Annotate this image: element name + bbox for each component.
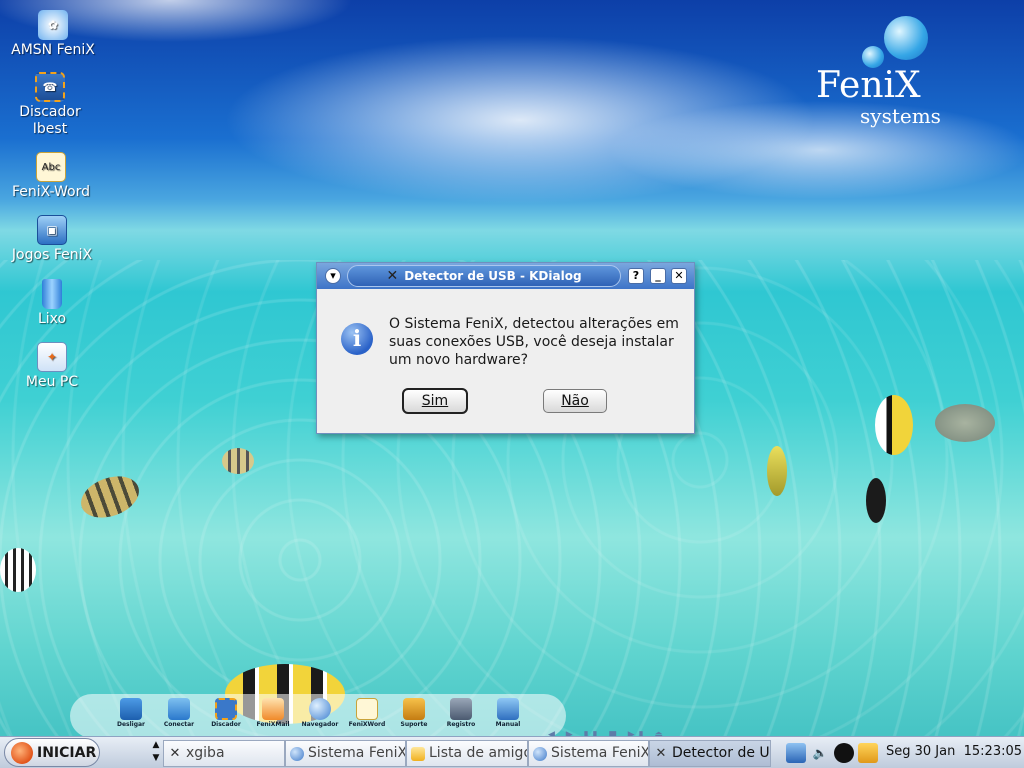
task-detector-de-usb[interactable]: ✕ Detector de USB [649,740,771,767]
desktop-icon-label: Lixo [37,311,67,327]
clock-time: 15:23:05 [963,744,1023,759]
system-tray: 🔈 [786,741,878,765]
desktop-icon-label: FeniX-Word [11,184,91,200]
trash-icon [42,279,62,309]
task-sistema-fenix-1[interactable]: Sistema FeniX [285,740,406,767]
desktop-icon-label: Jogos FeniX [11,247,93,263]
fenix-logo: FeniX systems [816,65,966,128]
task-sistema-fenix-2[interactable]: Sistema FeniX [528,740,649,767]
manual-icon [497,698,519,720]
task-label: Detector de USB [672,745,770,761]
wallpaper-fish [767,446,787,496]
x-window-icon: ✕ [655,745,667,761]
quicklaunch-label: FeniXMail [256,721,290,728]
task-label: Sistema FeniX [551,745,649,761]
task-label: xgiba [186,745,225,761]
dialer-icon: ☎ [35,72,65,102]
quicklaunch-label: Manual [495,721,521,728]
close-button[interactable]: ✕ [671,268,687,284]
desktop-icon-fenix-word[interactable]: Abc FeniX-Word [1,152,101,201]
task-lista-de-amigos[interactable]: Lista de amigos [406,740,528,767]
network-icon[interactable] [786,743,806,763]
quicklaunch-suporte[interactable]: Suporte [391,698,437,728]
quicklaunch-desligar[interactable]: Desligar [108,698,154,728]
logo-sub: systems [860,104,941,128]
taskbar-scroll-arrows[interactable]: ▲ ▼ [150,739,162,766]
shutdown-icon [120,698,142,720]
window-menu-button[interactable]: ▾ [325,268,341,284]
taskbar: INICIAR ▲ ▼ ✕ xgiba Sistema FeniX Lista de… [0,736,1024,768]
help-button[interactable]: ? [628,268,644,284]
minimize-button[interactable]: _ [650,268,666,284]
bomb-icon[interactable] [834,743,854,763]
desktop-icon-label: Discador Ibest [19,104,81,137]
wallpaper-fish [875,395,913,455]
computer-icon: ✦ [37,342,67,372]
desktop-icon-lixo[interactable]: Lixo [2,279,102,328]
browser-icon [533,746,547,761]
quicklaunch-label: Suporte [400,721,428,728]
usb-detector-dialog: ▾ ✕ Detector de USB - KDialog ? _ ✕ i O … [316,262,695,434]
support-icon [403,698,425,720]
wallpaper-fish [935,404,995,442]
clock[interactable]: Seg 30 Jan 15:23:05 [886,744,1022,759]
quicklaunch-manual[interactable]: Manual [485,698,531,728]
no-button[interactable]: Não [543,389,607,413]
desktop-icon-label: AMSN FeniX [11,42,95,58]
contacts-tray-icon[interactable] [858,743,878,763]
browser-icon [309,698,331,720]
desktop-icon-meu-pc[interactable]: ✦ Meu PC [2,342,102,391]
start-label: INICIAR [37,744,97,761]
quicklaunch-label: Registro [446,721,476,728]
quicklaunch-fenixword[interactable]: FeniXWord [344,698,390,728]
wallpaper-fish [222,448,254,474]
quicklaunch-label: FeniXWord [348,721,386,728]
x-window-icon: ✕ [169,745,181,761]
quicklaunch-label: Conectar [163,721,195,728]
wallpaper-fish [0,548,36,592]
quicklaunch-navegador[interactable]: Navegador [297,698,343,728]
dialog-title-pill: ✕ Detector de USB - KDialog [347,265,621,287]
lock-icon [450,698,472,720]
contacts-icon [411,746,425,761]
wallpaper-fish [866,478,886,523]
amsn-messenger-icon: ✿ [38,10,68,40]
desktop-icon-label: Meu PC [25,374,79,390]
games-icon: ▣ [37,215,67,245]
quicklaunch-label: Navegador [301,721,339,728]
desktop-icon-amsn[interactable]: ✿ AMSN FeniX [3,10,103,59]
connect-icon [168,698,190,720]
task-label: Lista de amigos [429,745,527,761]
word-processor-icon [356,698,378,720]
dialog-title: Detector de USB - KDialog [404,269,582,283]
quicklaunch-registro[interactable]: Registro [438,698,484,728]
task-label: Sistema FeniX [308,745,406,761]
quick-launch-bar: Desligar Conectar Discador FeniXMail Nav… [70,694,566,738]
quicklaunch-fenixmail[interactable]: FeniXMail [250,698,296,728]
volume-icon[interactable]: 🔈 [810,743,830,763]
quicklaunch-conectar[interactable]: Conectar [156,698,202,728]
desktop-icon-jogos[interactable]: ▣ Jogos FeniX [2,215,102,264]
kdialog-x-icon: ✕ [386,268,399,284]
clock-date: Seg 30 Jan [886,744,956,759]
dialog-message: O Sistema FeniX, detectou alterações em … [389,316,679,368]
start-icon [11,741,33,764]
dialog-titlebar[interactable]: ▾ ✕ Detector de USB - KDialog ? _ ✕ [317,263,694,289]
info-icon: i [341,323,373,355]
yes-button[interactable]: Sim [402,388,468,414]
quicklaunch-discador[interactable]: Discador [203,698,249,728]
task-xgiba[interactable]: ✕ xgiba [163,740,285,767]
quicklaunch-label: Discador [211,721,241,728]
logo-name: FeniX [816,65,921,106]
dialer-icon [215,698,237,720]
quicklaunch-label: Desligar [116,721,146,728]
logo-bubble-icon [884,16,928,60]
word-processor-icon: Abc [36,152,66,182]
browser-icon [290,746,304,761]
mail-icon [262,698,284,720]
start-button[interactable]: INICIAR [4,738,100,767]
desktop-icon-discador[interactable]: ☎ Discador Ibest [0,72,100,138]
